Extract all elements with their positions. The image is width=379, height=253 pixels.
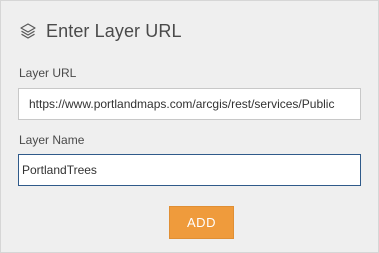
layer-url-label: Layer URL: [19, 66, 77, 80]
panel-header: Enter Layer URL: [19, 20, 182, 42]
layers-icon: [19, 22, 37, 40]
enter-layer-url-panel: Enter Layer URL Layer URL Layer Name ADD: [0, 0, 379, 253]
layer-name-input[interactable]: [18, 154, 361, 186]
add-button[interactable]: ADD: [169, 206, 234, 239]
layer-name-label: Layer Name: [19, 133, 85, 147]
layer-url-input[interactable]: [18, 88, 361, 120]
panel-title: Enter Layer URL: [46, 20, 182, 41]
